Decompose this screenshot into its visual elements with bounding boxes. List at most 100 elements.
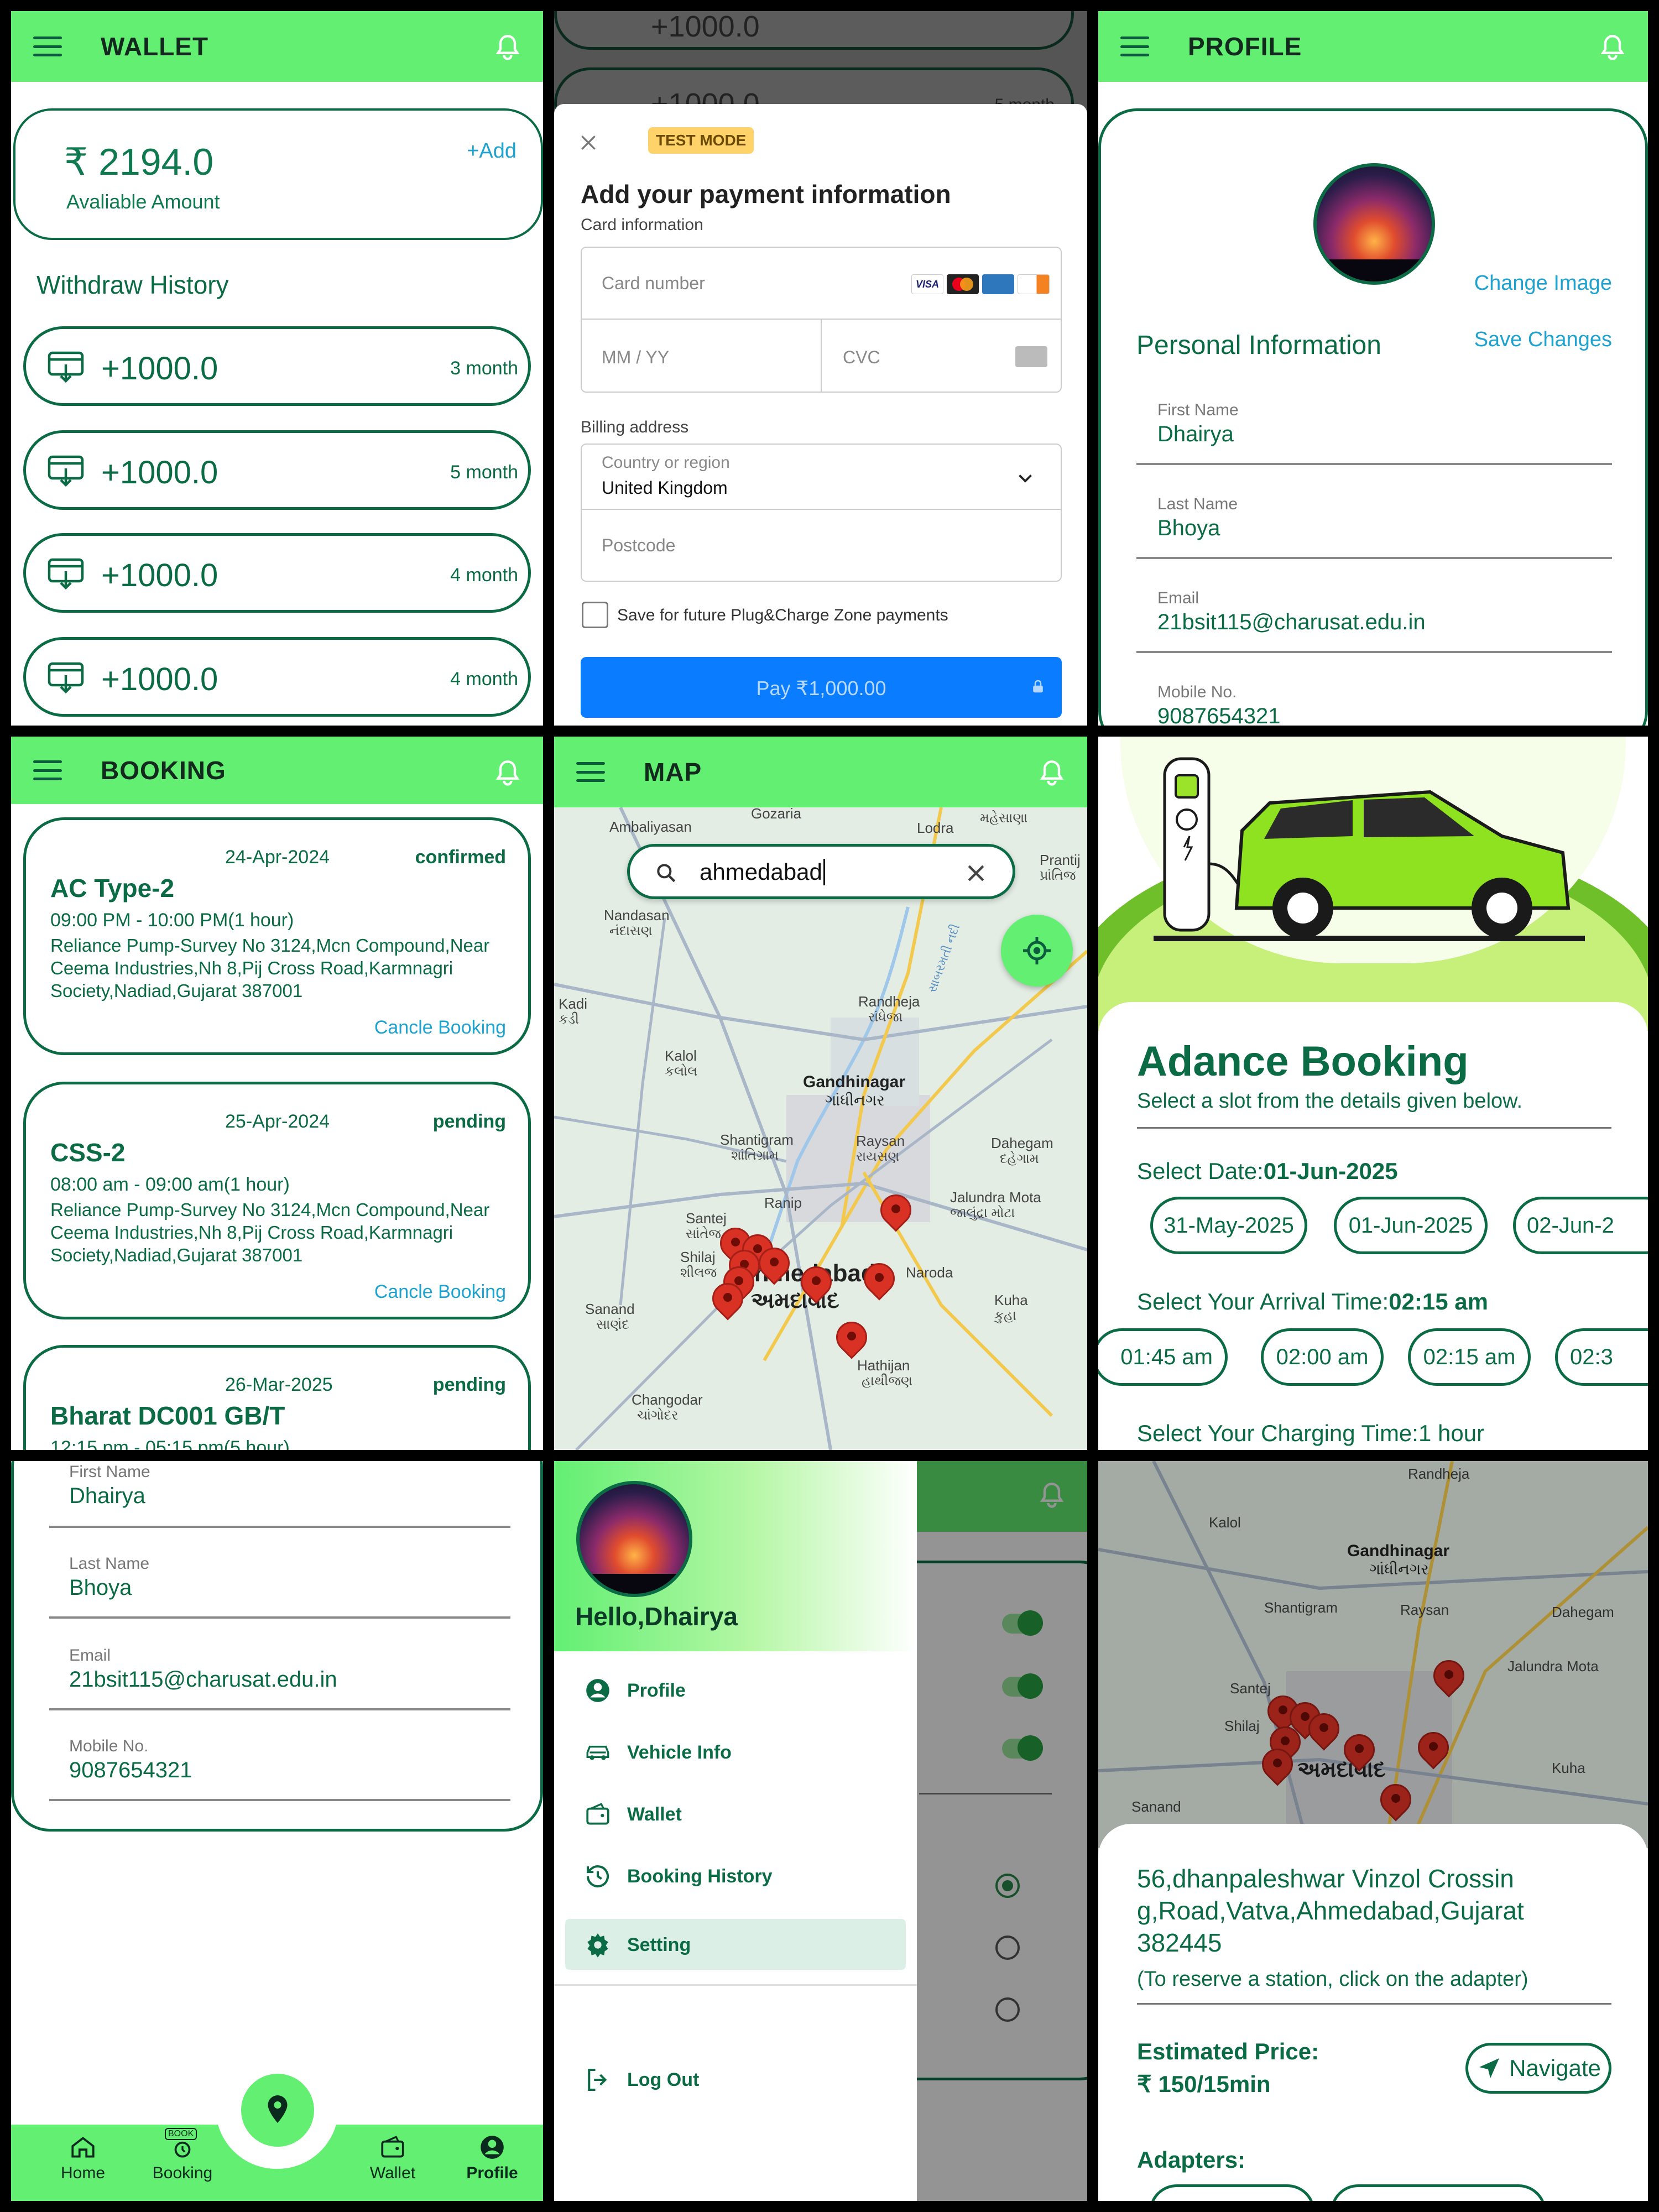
station-pin[interactable] [857,1256,901,1303]
save-checkbox[interactable] [582,602,608,628]
bell-icon[interactable] [1037,758,1066,790]
add-money-link[interactable]: +Add [467,139,517,163]
drawer-item-profile[interactable]: Profile [565,1665,906,1715]
last-name-value: Bhoya [69,1575,132,1600]
last-name-field[interactable]: Last Name Bhoya [1136,493,1612,559]
email-value: 21bsit115@charusat.edu.in [69,1667,337,1692]
date-chip[interactable]: 01-Jun-2025 [1334,1197,1488,1254]
bell-icon[interactable] [493,32,522,64]
booking-card[interactable]: 25-Apr-2024 pending CSS-2 08:00 am - 09:… [23,1082,531,1319]
background-withdraw-item: +1000.0 [554,11,1074,50]
amex-icon [982,274,1014,294]
first-name-field[interactable]: First Name Dhairya [49,1463,510,1528]
station-sheet: 56,dhanpaleshwar Vinzol Crossin g,Road,V… [1098,1824,1648,2201]
postcode-placeholder: Postcode [602,535,676,555]
scrim [1098,1461,1648,1848]
nav-drawer: Hello,Dhairya Profile Vehicle Info Walle… [554,1461,917,2201]
bell-icon[interactable] [493,758,522,790]
drawer-item-booking-history[interactable]: Booking History [565,1850,906,1901]
locate-me-button[interactable] [1001,915,1073,987]
withdraw-item[interactable]: +1000.0 5 month [23,430,531,510]
navigate-button[interactable]: Navigate [1465,2043,1611,2094]
email-field[interactable]: Email 21bsit115@charusat.edu.in [49,1646,510,1710]
booking-date: 26-Mar-2025 [225,1374,333,1395]
avatar[interactable] [1313,163,1435,285]
station-pin[interactable] [752,1241,796,1287]
station-pin[interactable] [874,1188,918,1234]
country-select[interactable]: Country or region United Kingdom [582,445,1061,510]
profile-icon [481,2136,504,2159]
change-image-link[interactable]: Change Image [1474,272,1612,295]
expiry-field[interactable]: MM / YY [582,320,822,392]
menu-icon[interactable] [33,36,62,56]
drawer-item-setting[interactable]: Setting [565,1919,906,1970]
booking-time: 09:00 PM - 10:00 PM(1 hour) [50,910,294,931]
drawer-item-label: Vehicle Info [627,1742,732,1763]
close-icon[interactable] [577,132,599,154]
save-changes-link[interactable]: Save Changes [1474,328,1612,352]
drawer-item-wallet[interactable]: Wallet [565,1788,906,1839]
advance-subtitle: Select a slot from the details given bel… [1137,1089,1523,1113]
cvc-field[interactable]: CVC [823,320,1061,392]
drawer-item-vehicle-info[interactable]: Vehicle Info [565,1726,906,1777]
app-bar: PROFILE [1098,11,1648,82]
date-chip[interactable]: 31-May-2025 [1150,1197,1307,1254]
time-chip[interactable]: 02:15 am [1408,1328,1531,1386]
car-charging-illustration [1154,757,1585,941]
logout-icon [588,2068,607,2091]
map-fab[interactable] [241,2074,314,2147]
booking-card[interactable]: 26-Mar-2025 pending Bharat DC001 GB/T 12… [23,1345,531,1450]
station-pin[interactable] [830,1315,874,1361]
drawer-avatar[interactable] [576,1481,692,1597]
map-label: Shantigram [720,1131,794,1148]
drawer-item-label: Profile [627,1680,686,1701]
last-name-field[interactable]: Last Name Bhoya [49,1554,510,1619]
nav-home[interactable]: Home [50,2133,116,2183]
search-icon [657,864,676,883]
date-chip[interactable]: 02-Jun-2 [1513,1197,1648,1254]
menu-icon[interactable] [576,762,605,782]
adapter-chip[interactable] [1149,2184,1315,2201]
map-canvas[interactable]: Gozaria મહેસાણા Ambaliyasan Lodra Pranti… [554,805,1087,1450]
email-label: Email [1157,589,1199,607]
page-title: PROFILE [1188,32,1302,61]
nav-wallet[interactable]: Wallet [359,2133,426,2183]
postcode-field[interactable]: Postcode [582,510,1061,581]
booking-card[interactable]: 24-Apr-2024 confirmed AC Type-2 09:00 PM… [23,817,531,1055]
withdraw-item[interactable]: +1000.0 4 month [23,533,531,613]
nav-booking[interactable]: BOOK Booking [144,2128,221,2183]
pay-button[interactable]: Pay ₹1,000.00 [581,657,1062,718]
withdraw-item[interactable]: +1000.0 3 month [23,326,531,406]
map-label: Gandhinagar [803,1073,906,1091]
adapter-chip[interactable] [1331,2184,1546,2201]
cancel-booking-link[interactable]: Cancle Booking [374,1017,506,1039]
booking-station-name: CSS-2 [50,1138,126,1167]
lock-icon [1033,680,1043,693]
time-chip[interactable]: 02:00 am [1261,1328,1384,1386]
bell-icon[interactable] [1598,32,1627,64]
first-name-field[interactable]: First Name Dhairya [1136,399,1612,465]
menu-icon[interactable] [33,760,62,780]
nav-profile[interactable]: Profile [459,2133,525,2183]
card-number-field[interactable]: Card number VISA [582,248,1061,320]
withdraw-history-title: Withdraw History [36,270,229,299]
mobile-field[interactable]: Mobile No. 9087654321 [49,1737,510,1801]
search-input[interactable]: ahmedabad [700,859,825,885]
clear-icon[interactable] [964,861,988,885]
menu-icon[interactable] [1120,36,1149,56]
mobile-field[interactable]: Mobile No. 9087654321 [1136,681,1612,726]
map-label: કડી [559,1012,579,1027]
card-fields: Card number VISA MM / YY CVC [581,247,1062,393]
booking-status: confirmed [415,847,506,868]
scrim[interactable] [917,1461,1087,2201]
profile-fields-card: First Name Dhairya Last Name Bhoya Email… [11,1461,543,1832]
time-chip[interactable]: 01:45 am [1098,1328,1228,1386]
time-chip[interactable]: 02:3 [1555,1328,1648,1386]
drawer-logout[interactable]: Log Out [565,2054,906,2105]
station-pin[interactable] [794,1260,838,1306]
withdraw-item[interactable]: +1000.0 4 month [23,637,531,717]
email-field[interactable]: Email 21bsit115@charusat.edu.in [1136,587,1612,653]
map-search-bar[interactable]: ahmedabad [627,844,1015,899]
cancel-booking-link[interactable]: Cancle Booking [374,1281,506,1303]
station-pin[interactable] [706,1276,750,1323]
